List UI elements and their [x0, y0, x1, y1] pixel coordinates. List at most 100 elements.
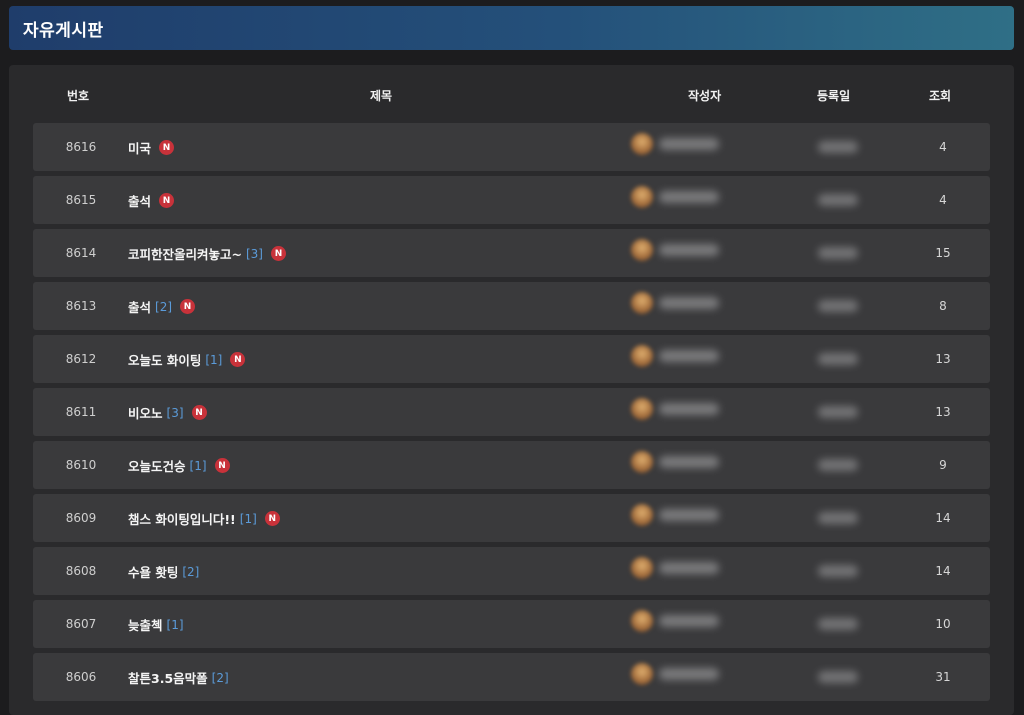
view-count: 9: [939, 458, 947, 472]
writer[interactable]: [631, 345, 719, 367]
view-count: 4: [939, 140, 947, 154]
writer[interactable]: [631, 504, 719, 526]
post-title-link[interactable]: 미국: [128, 138, 151, 157]
post-title-wrap[interactable]: 출석 N: [128, 191, 175, 210]
column-header-num: 번호: [67, 89, 90, 103]
avatar-icon: [631, 663, 653, 685]
post-number: 8610: [65, 458, 97, 472]
post-title-link[interactable]: 챔스 화이팅입니다!!: [128, 509, 236, 528]
column-header-views: 조회: [929, 89, 952, 103]
table-row[interactable]: 8615 출석 N 4: [33, 176, 990, 224]
date-blurred: [818, 300, 858, 312]
writer[interactable]: [631, 186, 719, 208]
view-count: 8: [939, 299, 947, 313]
post-title-link[interactable]: 오늘도건승: [128, 456, 186, 475]
post-title-link[interactable]: 늦출첵: [128, 615, 163, 634]
post-title-wrap[interactable]: 찰튼3.5음막폴 [2]: [128, 668, 229, 687]
column-header-date: 등록일: [817, 89, 851, 103]
writer[interactable]: [631, 292, 719, 314]
post-title-link[interactable]: 찰튼3.5음막폴: [128, 668, 208, 687]
post-number: 8609: [65, 511, 97, 525]
avatar-icon: [631, 451, 653, 473]
avatar-icon: [631, 133, 653, 155]
comment-count[interactable]: [3]: [167, 406, 184, 420]
writer[interactable]: [631, 239, 719, 261]
writer[interactable]: [631, 610, 719, 632]
comment-count[interactable]: [1]: [167, 618, 184, 632]
writer-name-blurred: [659, 509, 719, 521]
view-count: 14: [935, 564, 951, 578]
comment-count[interactable]: [3]: [246, 247, 263, 261]
post-title-wrap[interactable]: 늦출첵 [1]: [128, 615, 184, 634]
post-title-link[interactable]: 출석: [128, 191, 151, 210]
post-title-wrap[interactable]: 출석 [2] N: [128, 297, 196, 316]
writer[interactable]: [631, 663, 719, 685]
post-title-wrap[interactable]: 코피한잔올리켜놓고~ [3] N: [128, 244, 286, 263]
post-number: 8607: [65, 617, 97, 631]
table-row[interactable]: 8610 오늘도건승 [1] N 9: [33, 441, 990, 489]
avatar-icon: [631, 557, 653, 579]
comment-count[interactable]: [1]: [240, 512, 257, 526]
table-row[interactable]: 8611 비오노 [3] N 13: [33, 388, 990, 436]
new-badge-icon: N: [270, 246, 286, 261]
post-number: 8608: [65, 564, 97, 578]
date-blurred: [818, 353, 858, 365]
date-blurred: [818, 406, 858, 418]
date-blurred: [818, 671, 858, 683]
post-title-wrap[interactable]: 미국 N: [128, 138, 175, 157]
writer[interactable]: [631, 133, 719, 155]
table-row[interactable]: 8607 늦출첵 [1] 10: [33, 600, 990, 648]
post-number: 8616: [65, 140, 97, 154]
post-title-link[interactable]: 오늘도 화이팅: [128, 350, 201, 369]
post-title-link[interactable]: 비오노: [128, 403, 163, 422]
writer[interactable]: [631, 451, 719, 473]
new-badge-icon: N: [230, 352, 246, 367]
table-row[interactable]: 8608 수욜 홧팅 [2] 14: [33, 547, 990, 595]
post-number: 8614: [65, 246, 97, 260]
board-panel: 번호 제목 작성자 등록일 조회 8616 미국 N 4 8615 출석 N 4: [9, 65, 1014, 715]
post-title-wrap[interactable]: 오늘도 화이팅 [1] N: [128, 350, 246, 369]
comment-count[interactable]: [1]: [205, 353, 222, 367]
comment-count[interactable]: [1]: [190, 459, 207, 473]
view-count: 31: [935, 670, 951, 684]
view-count: 14: [935, 511, 951, 525]
post-title-wrap[interactable]: 비오노 [3] N: [128, 403, 207, 422]
table-row[interactable]: 8613 출석 [2] N 8: [33, 282, 990, 330]
post-title-wrap[interactable]: 챔스 화이팅입니다!! [1] N: [128, 509, 280, 528]
new-badge-icon: N: [264, 511, 280, 526]
writer-name-blurred: [659, 297, 719, 309]
post-title-wrap[interactable]: 수욜 홧팅 [2]: [128, 562, 199, 581]
column-header-writer: 작성자: [688, 89, 722, 103]
table-row[interactable]: 8612 오늘도 화이팅 [1] N 13: [33, 335, 990, 383]
date-blurred: [818, 618, 858, 630]
comment-count[interactable]: [2]: [212, 671, 229, 685]
post-title-link[interactable]: 코피한잔올리켜놓고~: [128, 244, 242, 263]
post-title-wrap[interactable]: 오늘도건승 [1] N: [128, 456, 230, 475]
avatar-icon: [631, 398, 653, 420]
writer[interactable]: [631, 557, 719, 579]
writer-name-blurred: [659, 244, 719, 256]
new-badge-icon: N: [214, 458, 230, 473]
avatar-icon: [631, 292, 653, 314]
comment-count[interactable]: [2]: [155, 300, 172, 314]
table-row[interactable]: 8606 찰튼3.5음막폴 [2] 31: [33, 653, 990, 701]
avatar-icon: [631, 239, 653, 261]
view-count: 4: [939, 193, 947, 207]
avatar-icon: [631, 345, 653, 367]
table-row[interactable]: 8614 코피한잔올리켜놓고~ [3] N 15: [33, 229, 990, 277]
table-row[interactable]: 8609 챔스 화이팅입니다!! [1] N 14: [33, 494, 990, 542]
post-title-link[interactable]: 수욜 홧팅: [128, 562, 178, 581]
date-blurred: [818, 512, 858, 524]
new-badge-icon: N: [159, 140, 175, 155]
comment-count[interactable]: [2]: [182, 565, 199, 579]
table-row[interactable]: 8616 미국 N 4: [33, 123, 990, 171]
avatar-icon: [631, 610, 653, 632]
post-title-link[interactable]: 출석: [128, 297, 151, 316]
writer-name-blurred: [659, 403, 719, 415]
post-number: 8612: [65, 352, 97, 366]
view-count: 15: [935, 246, 951, 260]
avatar-icon: [631, 186, 653, 208]
new-badge-icon: N: [159, 193, 175, 208]
writer[interactable]: [631, 398, 719, 420]
writer-name-blurred: [659, 668, 719, 680]
